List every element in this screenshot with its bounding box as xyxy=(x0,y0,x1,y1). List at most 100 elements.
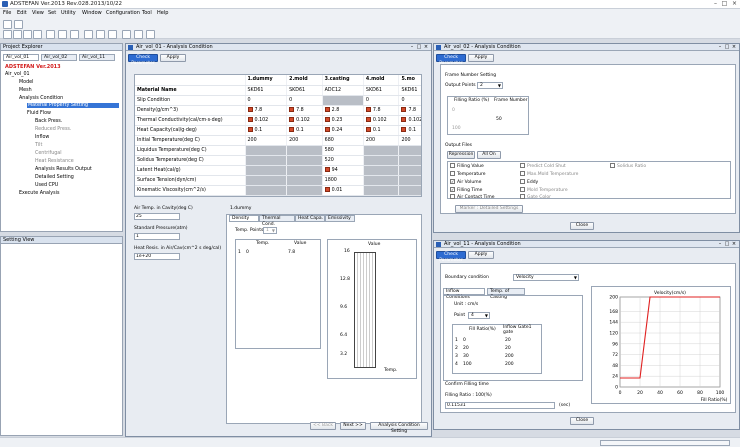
apply-button[interactable]: Apply xyxy=(160,54,186,62)
cell[interactable]: 200 xyxy=(505,354,514,359)
repression-button[interactable]: Repression xyxy=(447,151,475,159)
expand-icon[interactable] xyxy=(289,107,295,112)
property-value[interactable] xyxy=(286,165,323,176)
close-icon[interactable]: × xyxy=(731,241,737,247)
expand-icon[interactable] xyxy=(324,127,330,132)
tab-density[interactable]: Density xyxy=(229,215,259,222)
tool-icon-6[interactable] xyxy=(58,30,67,39)
cell[interactable]: 20 xyxy=(463,346,469,351)
cell[interactable]: 20 xyxy=(505,338,511,343)
checkbox-icon[interactable] xyxy=(520,194,525,199)
property-value[interactable]: ADC12 xyxy=(322,85,364,96)
apply-button[interactable]: Apply xyxy=(468,251,494,259)
property-value[interactable] xyxy=(398,145,421,156)
tool-icon-5[interactable] xyxy=(46,30,55,39)
property-value[interactable] xyxy=(245,155,288,166)
cell[interactable]: 50 xyxy=(496,117,502,122)
tree-item-reduced-press[interactable]: Reduced Press. xyxy=(35,127,71,132)
cell[interactable]: 200 xyxy=(505,362,514,367)
tree-item-fluid-flow[interactable]: Fluid Flow xyxy=(27,111,51,116)
row-value[interactable]: 7.8 xyxy=(288,250,295,255)
expand-icon[interactable] xyxy=(289,117,295,122)
check-filling-time[interactable]: ✓ Filling Time xyxy=(450,187,482,193)
tree-item-inflow[interactable]: Inflow xyxy=(35,135,49,140)
tool-icon-3[interactable] xyxy=(23,30,32,39)
tool-icon-7[interactable] xyxy=(70,30,79,39)
expand-icon[interactable] xyxy=(401,127,407,132)
check-max-mold-temp[interactable]: Max.Mold Temperature xyxy=(520,171,578,177)
property-value[interactable] xyxy=(245,175,288,186)
expand-icon[interactable] xyxy=(401,107,407,112)
tree-item-model[interactable]: Model xyxy=(19,80,33,85)
menu-view[interactable]: View xyxy=(32,10,44,16)
checkbox-icon[interactable] xyxy=(450,171,455,176)
cell[interactable]: 100 xyxy=(452,126,461,131)
point-select[interactable]: 4 xyxy=(468,312,490,319)
property-value[interactable] xyxy=(398,185,421,196)
tab-thermal-cond[interactable]: Thermal Cond. xyxy=(259,215,295,227)
property-value[interactable] xyxy=(286,185,323,196)
property-value[interactable]: 94 xyxy=(322,165,364,176)
property-value[interactable]: 0.1 xyxy=(398,125,421,136)
temp-points-select[interactable]: 1 xyxy=(263,227,277,234)
close-icon[interactable]: × xyxy=(730,0,739,8)
menu-edit[interactable]: Edit xyxy=(17,10,27,16)
check-temperature[interactable]: Temperature xyxy=(450,171,486,177)
tab-air-vol-02[interactable]: Air_vol_02 xyxy=(41,54,77,61)
maximize-icon[interactable]: □ xyxy=(720,0,729,8)
property-value[interactable] xyxy=(322,95,364,106)
expand-icon[interactable] xyxy=(324,117,330,122)
cell[interactable]: 0 xyxy=(452,108,455,113)
check-eddy[interactable]: Eddy xyxy=(520,179,538,185)
expand-icon[interactable] xyxy=(365,117,371,122)
expand-icon[interactable] xyxy=(289,127,295,132)
property-value[interactable]: 0.1 xyxy=(363,125,400,136)
tree-item-analysis-condition[interactable]: Analysis Condition xyxy=(19,96,63,101)
tool-icon-9[interactable] xyxy=(96,30,105,39)
check-parameter-button[interactable]: Check Parameter xyxy=(128,54,158,66)
next-button[interactable]: Next >> xyxy=(340,422,366,430)
tab-air-vol-11[interactable]: Air_vol_11 xyxy=(79,54,115,61)
new-icon[interactable] xyxy=(3,20,12,29)
tool-icon-2[interactable] xyxy=(13,30,22,39)
cell[interactable]: 30 xyxy=(463,354,469,359)
tool-icon-1[interactable] xyxy=(3,30,12,39)
property-value[interactable] xyxy=(363,165,400,176)
tree-item-detailed-setting[interactable]: Detailed Setting xyxy=(35,175,74,180)
checkbox-icon[interactable] xyxy=(450,163,455,168)
property-value[interactable]: 7.8 xyxy=(398,105,421,116)
property-value[interactable]: SKD61 xyxy=(286,85,323,96)
property-value[interactable]: 200 xyxy=(245,135,288,146)
property-value[interactable]: 0.102 xyxy=(286,115,323,126)
property-value[interactable]: SKD61 xyxy=(363,85,400,96)
tab-inflow-conditions[interactable]: Inflow Conditions xyxy=(443,288,485,300)
expand-icon[interactable] xyxy=(247,127,253,132)
maximize-icon[interactable]: □ xyxy=(724,241,730,247)
cell[interactable]: 100 xyxy=(463,362,472,367)
apply-button[interactable]: Apply xyxy=(468,54,494,62)
tool-icon-8[interactable] xyxy=(84,30,93,39)
tool-icon-10[interactable] xyxy=(108,30,117,39)
property-value[interactable]: 0.01 xyxy=(322,185,364,196)
tree-item-back-press[interactable]: Back Press. xyxy=(35,119,62,124)
boundary-condition-select[interactable]: Velocity xyxy=(513,274,579,281)
tab-emissivity[interactable]: Emissivity xyxy=(325,215,355,222)
check-mold-temperature[interactable]: Mold Temperature xyxy=(520,187,568,193)
tool-icon-13[interactable] xyxy=(146,30,155,39)
minimize-icon[interactable]: – xyxy=(711,0,720,8)
expand-icon[interactable] xyxy=(324,187,330,192)
property-value[interactable]: 2.8 xyxy=(322,105,364,116)
property-value[interactable] xyxy=(363,145,400,156)
analysis-condition-setting-button[interactable]: Analysis Condition Setting xyxy=(370,422,428,434)
air-temp-input[interactable] xyxy=(134,213,180,220)
menu-window[interactable]: Window xyxy=(82,10,102,16)
check-filling-value[interactable]: Filling Value xyxy=(450,163,484,169)
property-value[interactable]: 0.102 xyxy=(245,115,288,126)
tree-item-material-property[interactable]: Material Property Setting xyxy=(27,103,119,108)
menu-help[interactable]: Help xyxy=(157,10,168,16)
tree-item-used-cpu[interactable]: Used CPU xyxy=(35,183,58,188)
close-button[interactable]: Close xyxy=(570,417,594,425)
property-value[interactable]: 200 xyxy=(286,135,323,146)
tree-item-project[interactable]: Air_vol_01 xyxy=(5,72,30,77)
property-value[interactable]: 680 xyxy=(322,135,364,146)
